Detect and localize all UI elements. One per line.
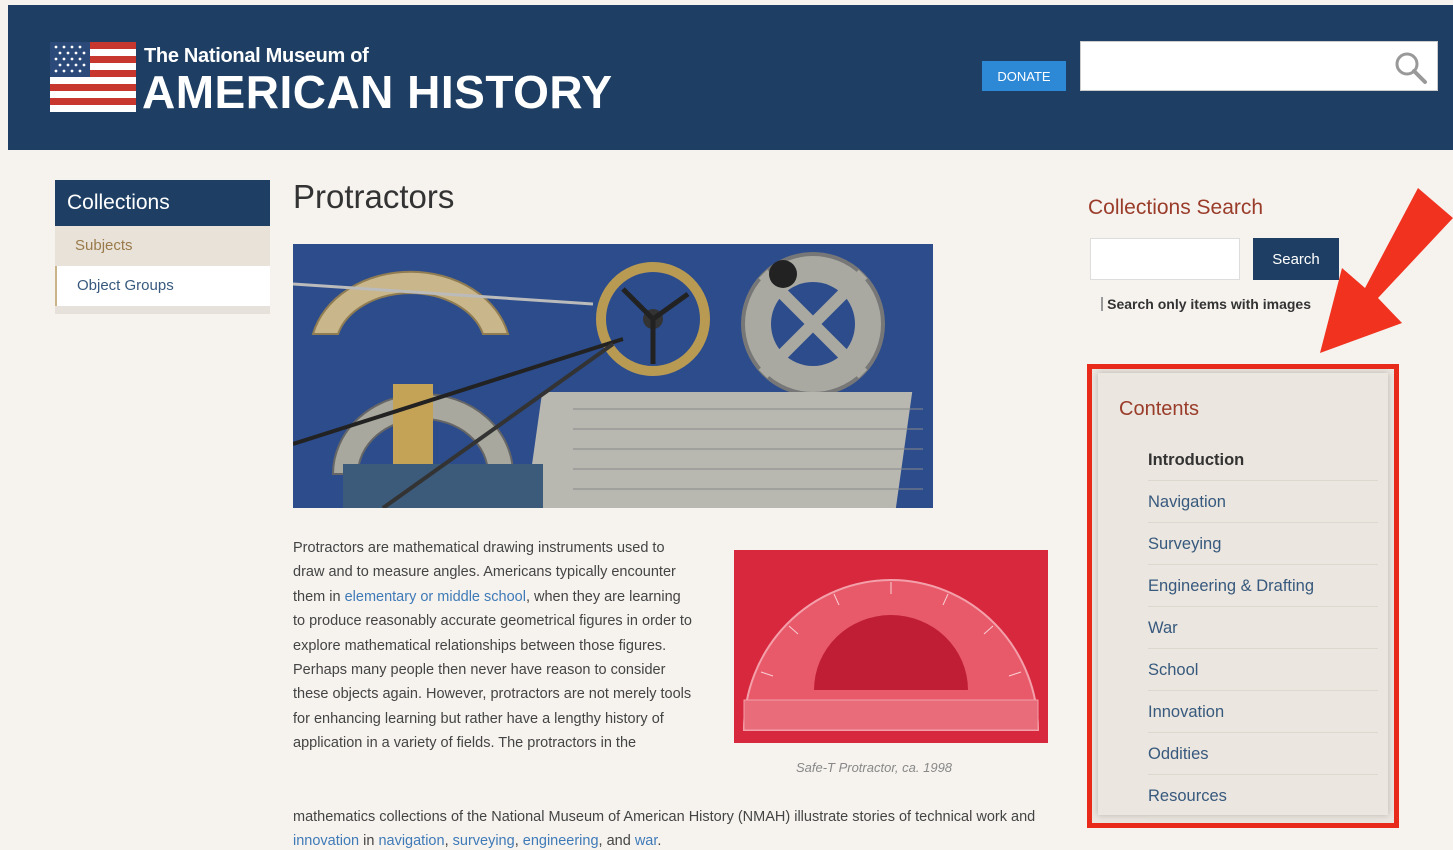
link-innovation[interactable]: innovation xyxy=(293,833,359,849)
page-title: Protractors xyxy=(293,178,455,215)
brand-title[interactable]: AMERICAN HISTORY xyxy=(142,65,613,119)
nav-item-object-groups[interactable]: Object Groups xyxy=(55,266,270,306)
checkbox-box[interactable] xyxy=(1101,297,1104,311)
contents-item-war[interactable]: War xyxy=(1148,607,1378,649)
tail-text-1: mathematics collections of the National … xyxy=(293,809,1036,825)
contents-item-engineering-drafting[interactable]: Engineering & Drafting xyxy=(1148,565,1378,607)
tail-text-6: . xyxy=(657,833,662,850)
tail-text-3: , xyxy=(444,833,453,850)
image-caption: Safe-T Protractor, ca. 1998 xyxy=(795,760,953,775)
site-header: The National Museum of AMERICAN HISTORY … xyxy=(8,5,1453,150)
site-search xyxy=(1080,41,1438,91)
search-icon[interactable] xyxy=(1393,50,1429,86)
hero-image-protractors xyxy=(293,244,933,508)
contents-item-oddities[interactable]: Oddities xyxy=(1148,733,1378,775)
contents-title: Contents xyxy=(1119,398,1200,420)
nav-divider xyxy=(55,306,270,314)
contents-item-innovation[interactable]: Innovation xyxy=(1148,691,1378,733)
intro-paragraph: Protractors are mathematical drawing ins… xyxy=(293,536,693,756)
red-arrow-annotation-icon xyxy=(1320,188,1453,353)
link-elementary-school[interactable]: elementary or middle school xyxy=(345,589,526,605)
contents-item-school[interactable]: School xyxy=(1148,649,1378,691)
checkbox-label: Search only items with images xyxy=(1107,296,1311,312)
collections-search-title: Collections Search xyxy=(1088,196,1264,219)
contents-list: Introduction Navigation Surveying Engine… xyxy=(1148,439,1378,817)
donate-button[interactable]: DONATE xyxy=(982,61,1066,91)
contents-item-navigation[interactable]: Navigation xyxy=(1148,481,1378,523)
link-war[interactable]: war xyxy=(635,833,658,849)
images-only-checkbox[interactable]: Search only items with images xyxy=(1101,296,1311,312)
link-engineering[interactable]: engineering xyxy=(523,833,599,849)
contents-item-introduction[interactable]: Introduction xyxy=(1148,439,1378,481)
contents-item-surveying[interactable]: Surveying xyxy=(1148,523,1378,565)
safe-t-protractor-image xyxy=(734,550,1048,743)
contents-item-resources[interactable]: Resources xyxy=(1148,775,1378,817)
contents-card: Contents Introduction Navigation Surveyi… xyxy=(1098,373,1388,817)
collections-nav: Collections Subjects Object Groups xyxy=(55,180,270,314)
tail-text-5: , and xyxy=(598,833,635,850)
contents-panel: Contents Introduction Navigation Surveyi… xyxy=(1087,364,1399,828)
flag-logo-icon[interactable] xyxy=(50,42,136,112)
intro-text-2: , when they are learning to produce reas… xyxy=(293,588,692,752)
collections-nav-title[interactable]: Collections xyxy=(55,180,270,226)
link-surveying[interactable]: surveying xyxy=(453,833,515,849)
link-navigation[interactable]: navigation xyxy=(378,833,444,849)
intro-paragraph-continued: mathematics collections of the National … xyxy=(293,805,1053,850)
site-search-input[interactable] xyxy=(1081,42,1381,88)
collections-search-input[interactable] xyxy=(1090,238,1240,280)
nav-item-subjects[interactable]: Subjects xyxy=(55,226,270,266)
tail-text-4: , xyxy=(514,833,523,850)
tail-text-2: in xyxy=(359,833,379,850)
